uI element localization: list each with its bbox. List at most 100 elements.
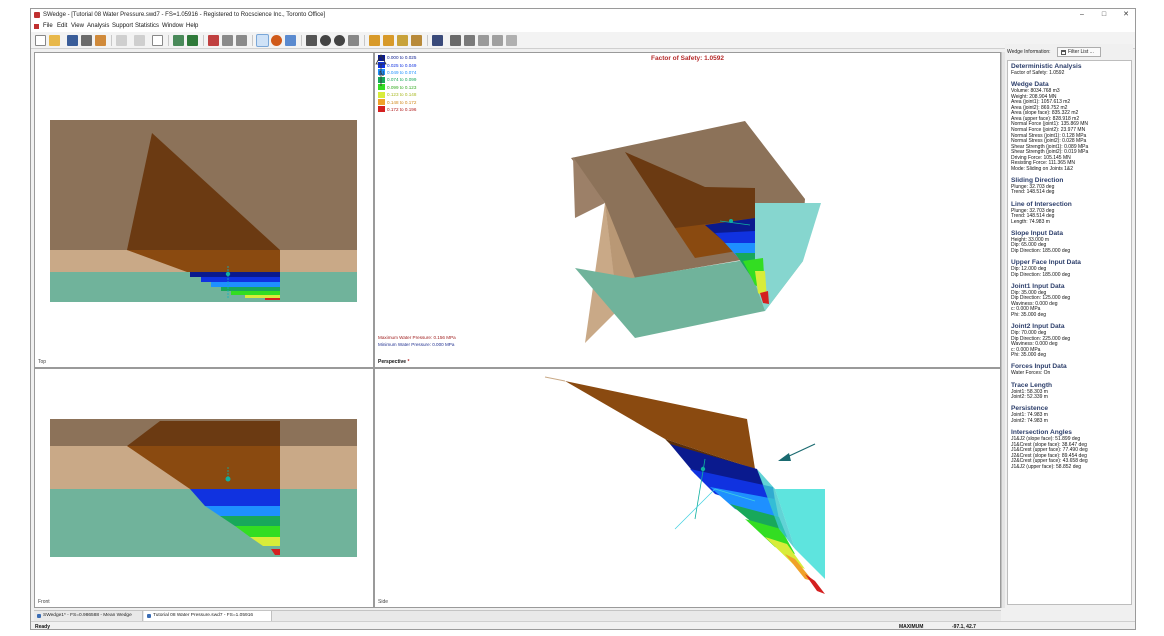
print-icon[interactable] [81,35,92,46]
info-section: Wedge Data Volume: 8034.768 m3 Weight: 208… [1011,81,1128,172]
perspective-viewport[interactable]: 0.000 to 0.025 0.025 to 0.049 0.049 to 0… [375,53,1000,367]
select-mode-icon[interactable] [256,34,269,47]
info-section: Slope Input Data Height: 33.000 m Dip: 65.… [1011,230,1128,255]
menu-file[interactable]: File [43,21,53,32]
filter-list-button[interactable]: Filter List ... [1057,47,1101,57]
info-row: Mode: Sliding on Joints 1&2 [1011,165,1073,172]
undo-icon[interactable] [116,35,127,46]
info-section: Persistence Joint1: 74.983 m Joint2: 74.98… [1011,405,1128,424]
pan-icon[interactable] [348,35,359,46]
menu-help[interactable]: Help [186,21,198,32]
toolbar [31,32,1135,49]
front-viewport[interactable]: Front [35,369,373,607]
rotate-icon[interactable] [271,35,282,46]
add-support-icon[interactable] [187,35,198,46]
swedge-window: SWedge - [Tutorial 08 Water Pressure.swd… [30,8,1136,630]
info-row: Phi: 35.000 deg [1011,311,1047,318]
maximize-button[interactable]: □ [1093,9,1115,21]
document-tabs: SWedge1* - FS=0.986588 - Mean Wedge Tuto… [34,610,1001,621]
app-icon [34,12,40,18]
info-icon[interactable] [236,35,247,46]
status-text: Ready [35,624,51,630]
status-mode: MAXIMUM [899,624,924,630]
info-panel-body: Deterministic Analysis Factor of Safety: … [1007,60,1132,605]
info-row: Joint2: 74.983 m [1011,417,1048,424]
info-panel-title: Wedge Information: [1007,49,1051,55]
sensitivity-icon[interactable] [492,35,503,46]
title-bar: SWedge - [Tutorial 08 Water Pressure.swd… [31,9,1135,21]
zoom-out-icon[interactable] [334,35,345,46]
front-view-drawing [50,419,357,557]
open-folder-icon[interactable] [49,35,60,46]
info-section: Intersection Angles J1&J2 (slope face): 5… [1011,429,1128,470]
histogram-icon[interactable] [450,35,461,46]
tab-swedge1[interactable]: SWedge1* - FS=0.986588 - Mean Wedge [34,611,143,621]
document-icon[interactable] [34,24,39,29]
zoom-extents-icon[interactable] [306,35,317,46]
info-section: Upper Face Input Data Dip: 12.000 deg Dip … [1011,259,1128,278]
north-label: N [379,71,384,78]
menu-edit[interactable]: Edit [57,21,67,32]
menu-bar: File Edit View Analysis Support Statisti… [31,21,1135,32]
menu-support[interactable]: Support [112,21,133,32]
menu-analysis[interactable]: Analysis [87,21,109,32]
force-icon[interactable] [411,35,422,46]
export-image-icon[interactable] [95,35,106,46]
filter-icon [1061,50,1066,55]
max-water-pressure: Maximum Water Pressure: 0.156 MPa [378,335,456,340]
info-section: Trace Length Joint1: 58.303 m Joint2: 52.3… [1011,382,1128,401]
info-section: Sliding Direction Plunge: 32.703 deg Trend… [1011,177,1128,196]
side-view-label: Side [378,599,389,605]
viewport-area: Top 0.000 to 0.025 0.025 to 0.049 0.049 … [34,52,1001,608]
redo-icon[interactable] [134,35,145,46]
menu-view[interactable]: View [71,21,84,32]
window-title: SWedge - [Tutorial 08 Water Pressure.swd… [43,12,326,18]
perspective-drawing [571,121,821,343]
info-row: Dip Direction: 185.000 deg [1011,271,1071,278]
tab-tutorial-08[interactable]: Tutorial 08 Water Pressure.swd7 - FS=1.0… [144,611,272,621]
front-view-label: Front [38,599,50,605]
side-viewport[interactable]: Side [375,369,1000,607]
close-button[interactable]: ✕ [1115,9,1135,21]
magnet-icon[interactable] [432,35,443,46]
compute-icon[interactable] [173,35,184,46]
save-icon[interactable] [67,35,78,46]
document-tab-icon [37,614,41,618]
bolt-icon[interactable] [369,35,380,46]
menu-statistics[interactable]: Statistics [135,21,159,32]
info-row: Dip Direction: 185.000 deg [1011,247,1071,254]
min-water-pressure: Minimum Water Pressure: 0.000 MPa [378,342,455,347]
info-row: Length: 74.983 m [1011,218,1050,225]
top-view-label: Top [38,359,47,365]
info-section: Line of Intersection Plunge: 32.703 deg Tr… [1011,201,1128,226]
scatter-icon[interactable] [478,35,489,46]
status-bar: Ready MAXIMUM -97.1, 42.7 [31,621,1135,630]
status-coordinates: -97.1, 42.7 [952,624,976,630]
info-row: J1&J2 (upper face): 58.852 deg [1011,463,1082,470]
info-section: Joint2 Input Data Dip: 70.000 deg Dip Dire… [1011,323,1128,359]
info-row: Factor of Safety: 1.0592 [1011,70,1065,76]
info-row: Trend: 148.514 deg [1011,189,1055,196]
layout-icon[interactable] [285,35,296,46]
copy-icon[interactable] [152,35,163,46]
info-panel-header: Wedge Information: Filter List ... [1007,46,1133,58]
info-row: Phi: 35.000 deg [1011,352,1047,359]
info-section: Forces Input Data Water Forces: On [1011,363,1128,377]
new-file-icon[interactable] [35,35,46,46]
shotcrete-icon[interactable] [383,35,394,46]
pressure-icon[interactable] [397,35,408,46]
probability-icon[interactable] [506,35,517,46]
wedge-view-icon[interactable] [208,35,219,46]
info-section: Joint1 Input Data Dip: 35.000 deg Dip Dire… [1011,283,1128,319]
report-icon[interactable] [222,35,233,46]
side-view-drawing [544,376,825,594]
north-arrow-icon: N [375,54,387,86]
top-view-drawing [50,120,357,302]
cumulative-icon[interactable] [464,35,475,46]
zoom-in-icon[interactable] [320,35,331,46]
top-viewport[interactable]: Top [35,53,373,367]
minimize-button[interactable]: – [1071,9,1093,21]
menu-window[interactable]: Window [162,21,183,32]
perspective-view-label: Perspective * [378,359,410,365]
wedge-info-panel: Wedge Information: Filter List ... Deter… [1005,44,1133,608]
